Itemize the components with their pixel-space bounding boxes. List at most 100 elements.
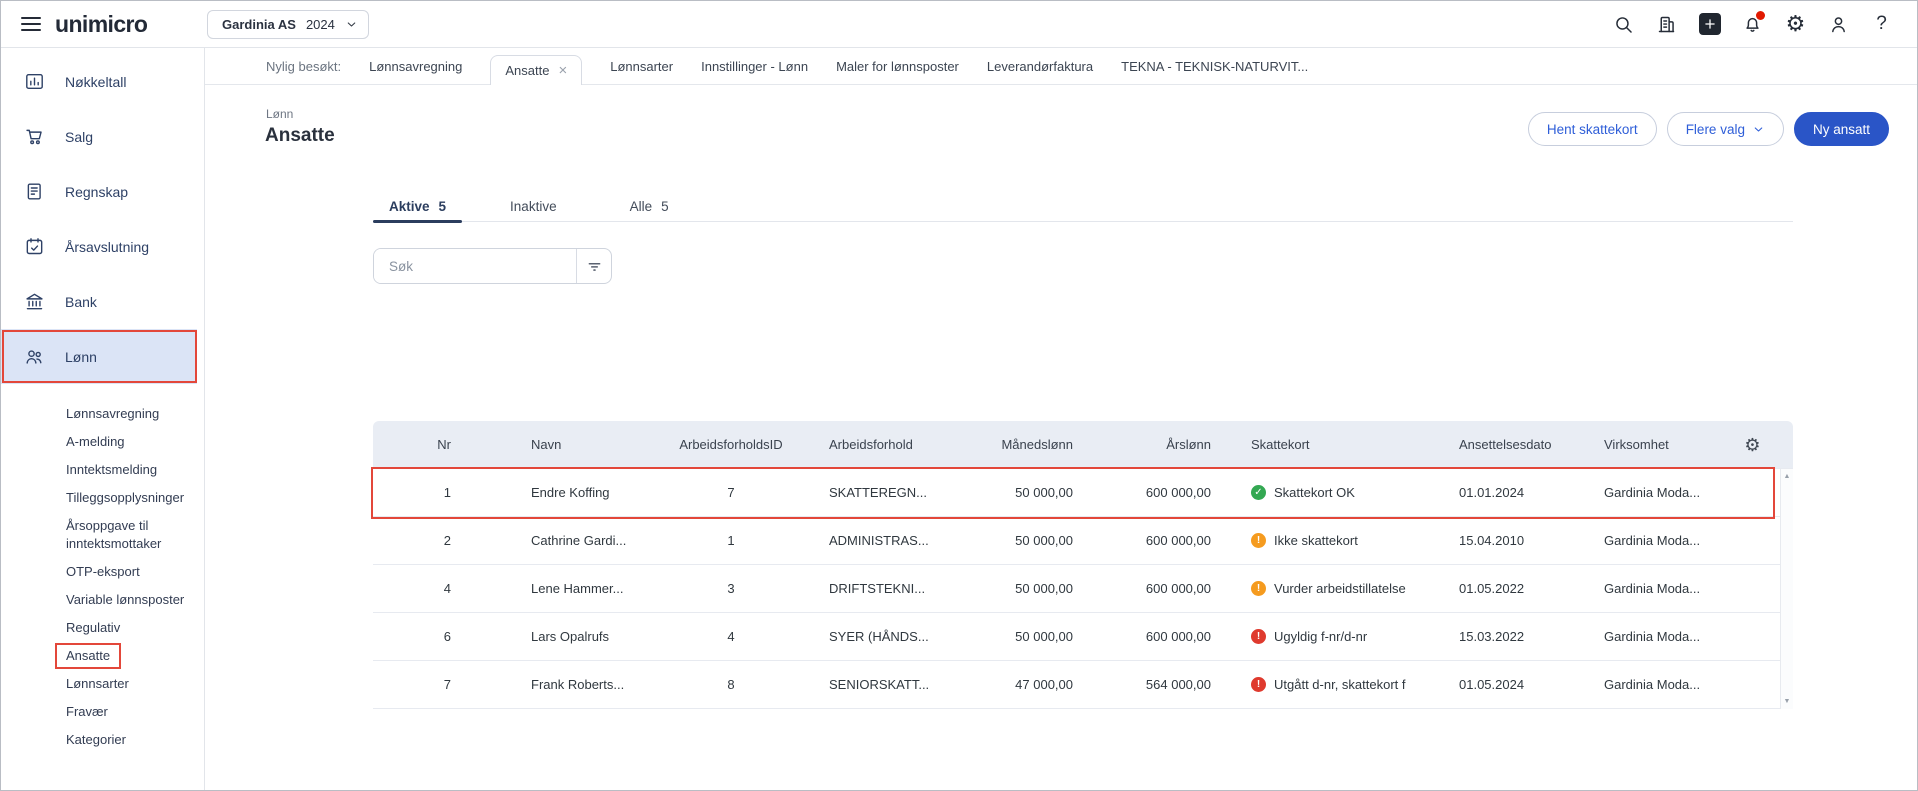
col-header-manedslonn: Månedslønn	[976, 437, 1086, 452]
sidebar-item-label: Lønn	[65, 349, 97, 365]
notification-badge	[1756, 11, 1765, 20]
sidebar-item-label: Bank	[65, 294, 97, 310]
company-selector[interactable]: Gardinia AS 2024	[207, 10, 369, 39]
chevron-down-icon	[1752, 123, 1765, 136]
status-error-icon: !	[1251, 629, 1266, 644]
search-box	[373, 248, 612, 284]
recent-tab-maler-for-lonnsposter[interactable]: Maler for lønnsposter	[836, 59, 959, 74]
recent-label: Nylig besøkt:	[266, 59, 341, 74]
bank-building-icon	[24, 291, 45, 312]
sidebar-subitem-tilleggsopplysninger[interactable]: Tilleggsopplysninger	[1, 484, 204, 512]
sidebar-subitem-kategorier[interactable]: Kategorier	[1, 726, 204, 754]
sidebar-subnav-lonn: Lønnsavregning A-melding Inntektsmelding…	[1, 400, 204, 754]
more-options-button[interactable]: Flere valg	[1667, 112, 1784, 146]
table-header-row: Nr Navn ArbeidsforholdsID Arbeidsforhold…	[373, 421, 1793, 469]
company-name: Gardinia AS	[222, 17, 296, 32]
recent-tab-ansatte-active[interactable]: Ansatte ×	[490, 55, 582, 85]
tab-count: 5	[439, 199, 447, 214]
status-error-icon: !	[1251, 677, 1266, 692]
skattekort-cell: ! Vurder arbeidstillatelse	[1223, 581, 1446, 596]
settings-icon[interactable]: ⚙	[1784, 13, 1807, 36]
filter-lines-icon	[585, 257, 604, 276]
annotation-box: Ansatte	[55, 643, 121, 669]
accounting-document-icon	[24, 181, 45, 202]
sidebar-subitem-lonnsavregning[interactable]: Lønnsavregning	[1, 400, 204, 428]
payroll-people-icon	[24, 346, 45, 367]
tab-alle[interactable]: Alle 5	[614, 191, 685, 221]
tab-aktive[interactable]: Aktive 5	[373, 191, 462, 221]
sidebar-item-bank[interactable]: Bank	[1, 274, 197, 329]
sidebar-item-label: Nøkkeltall	[65, 74, 126, 90]
recent-tab-lonnsavregning[interactable]: Lønnsavregning	[369, 59, 462, 74]
topbar: unimicro Gardinia AS 2024 ⚙	[1, 1, 1917, 48]
page-title: Ansatte	[265, 125, 335, 147]
sidebar-subitem-ansatte[interactable]: Ansatte	[1, 642, 204, 670]
companies-icon[interactable]	[1655, 13, 1678, 36]
sidebar-subitem-lonnsarter[interactable]: Lønnsarter	[1, 670, 204, 698]
table-scrollbar[interactable]: ▲ ▼	[1780, 469, 1793, 709]
sidebar-subitem-variable-lonnsposter[interactable]: Variable lønnsposter	[1, 586, 204, 614]
col-header-ansettelsesdato: Ansettelsesdato	[1446, 437, 1591, 452]
help-icon[interactable]: ?	[1870, 13, 1893, 36]
sidebar-item-label: Årsavslutning	[65, 239, 149, 255]
skattekort-cell: ! Utgått d-nr, skattekort f	[1223, 677, 1446, 692]
recent-tabs-strip: Nylig besøkt: Lønnsavregning Ansatte × L…	[205, 48, 1917, 85]
recent-tab-leverandorfaktura[interactable]: Leverandørfaktura	[987, 59, 1093, 74]
col-header-arslonn: Årslønn	[1086, 437, 1223, 452]
sidebar-item-label: Regnskap	[65, 184, 128, 200]
table-row-endre-koffing[interactable]: 1 Endre Koffing 7 SKATTEREGN... 50 000,0…	[373, 469, 1793, 517]
search-input[interactable]	[374, 249, 576, 283]
recent-tab-tekna[interactable]: TEKNA - TEKNISK-NATURVIT...	[1121, 59, 1308, 74]
sidebar-subitem-arsoppgave[interactable]: Årsoppgave til inntektsmottaker	[1, 512, 205, 558]
breadcrumb: Lønn	[266, 107, 293, 121]
col-header-navn: Navn	[491, 437, 651, 452]
app-logo[interactable]: unimicro	[55, 11, 147, 38]
search-icon[interactable]	[1612, 13, 1635, 36]
filter-tabs: Aktive 5 Inaktive Alle 5	[373, 191, 1793, 222]
col-header-nr: Nr	[373, 437, 491, 452]
sidebar-subitem-fravaer[interactable]: Fravær	[1, 698, 204, 726]
tab-count: 5	[661, 199, 669, 214]
sidebar-subitem-regulativ[interactable]: Regulativ	[1, 614, 204, 642]
main-content: Nylig besøkt: Lønnsavregning Ansatte × L…	[205, 48, 1917, 790]
sidebar-subitem-otp-eksport[interactable]: OTP-eksport	[1, 558, 204, 586]
table-settings-cell: ⚙	[1726, 436, 1779, 454]
close-icon[interactable]: ×	[558, 63, 567, 78]
scroll-down-icon[interactable]: ▼	[1784, 698, 1791, 705]
header-buttons: Hent skattekort Flere valg Ny ansatt	[1528, 112, 1889, 146]
scroll-up-icon[interactable]: ▲	[1784, 473, 1791, 480]
sidebar-subitem-inntektsmelding[interactable]: Inntektsmelding	[1, 456, 204, 484]
table-row-cathrine-gardi[interactable]: 2 Cathrine Gardi... 1 ADMINISTRAS... 50 …	[373, 517, 1793, 565]
sidebar-item-regnskap[interactable]: Regnskap	[1, 164, 197, 219]
new-employee-button[interactable]: Ny ansatt	[1794, 112, 1889, 146]
sidebar-item-arsavslutning[interactable]: Årsavslutning	[1, 219, 197, 274]
column-settings-icon[interactable]: ⚙	[1744, 436, 1760, 454]
sidebar-subitem-a-melding[interactable]: A-melding	[1, 428, 204, 456]
table-row-lars-opalrufs[interactable]: 6 Lars Opalrufs 4 SYER (HÅNDS... 50 000,…	[373, 613, 1793, 661]
table-row-lene-hammer[interactable]: 4 Lene Hammer... 3 DRIFTSTEKNI... 50 000…	[373, 565, 1793, 613]
status-label: Ikke skattekort	[1274, 533, 1358, 548]
create-new-icon[interactable]	[1698, 13, 1721, 36]
sidebar-item-salg[interactable]: Salg	[1, 109, 197, 164]
topbar-icons: ⚙ ?	[1612, 13, 1893, 36]
menu-icon[interactable]	[21, 17, 41, 31]
tab-inaktive[interactable]: Inaktive	[494, 191, 582, 221]
company-year: 2024	[306, 17, 335, 32]
sidebar-item-nokkeltall[interactable]: Nøkkeltall	[1, 54, 197, 109]
filter-button[interactable]	[576, 249, 611, 283]
employees-table: Nr Navn ArbeidsforholdsID Arbeidsforhold…	[373, 421, 1793, 709]
user-icon[interactable]	[1827, 13, 1850, 36]
col-header-virksomhet: Virksomhet	[1591, 437, 1726, 452]
status-label: Ugyldig f-nr/d-nr	[1274, 629, 1367, 644]
sidebar: Nøkkeltall Salg Regnskap Årsavslutning B…	[1, 48, 205, 790]
notifications-icon[interactable]	[1741, 13, 1764, 36]
fetch-tax-cards-button[interactable]: Hent skattekort	[1528, 112, 1657, 146]
recent-tab-innstillinger-lonn[interactable]: Innstillinger - Lønn	[701, 59, 808, 74]
recent-tab-lonnsarter[interactable]: Lønnsarter	[610, 59, 673, 74]
status-label: Vurder arbeidstillatelse	[1274, 581, 1406, 596]
key-figures-chart-icon	[24, 71, 45, 92]
col-header-skattekort: Skattekort	[1223, 437, 1446, 452]
sidebar-item-lonn[interactable]: Lønn	[1, 329, 197, 384]
year-end-calendar-icon	[24, 236, 45, 257]
table-row-frank-roberts[interactable]: 7 Frank Roberts... 8 SENIORSKATT... 47 0…	[373, 661, 1793, 709]
